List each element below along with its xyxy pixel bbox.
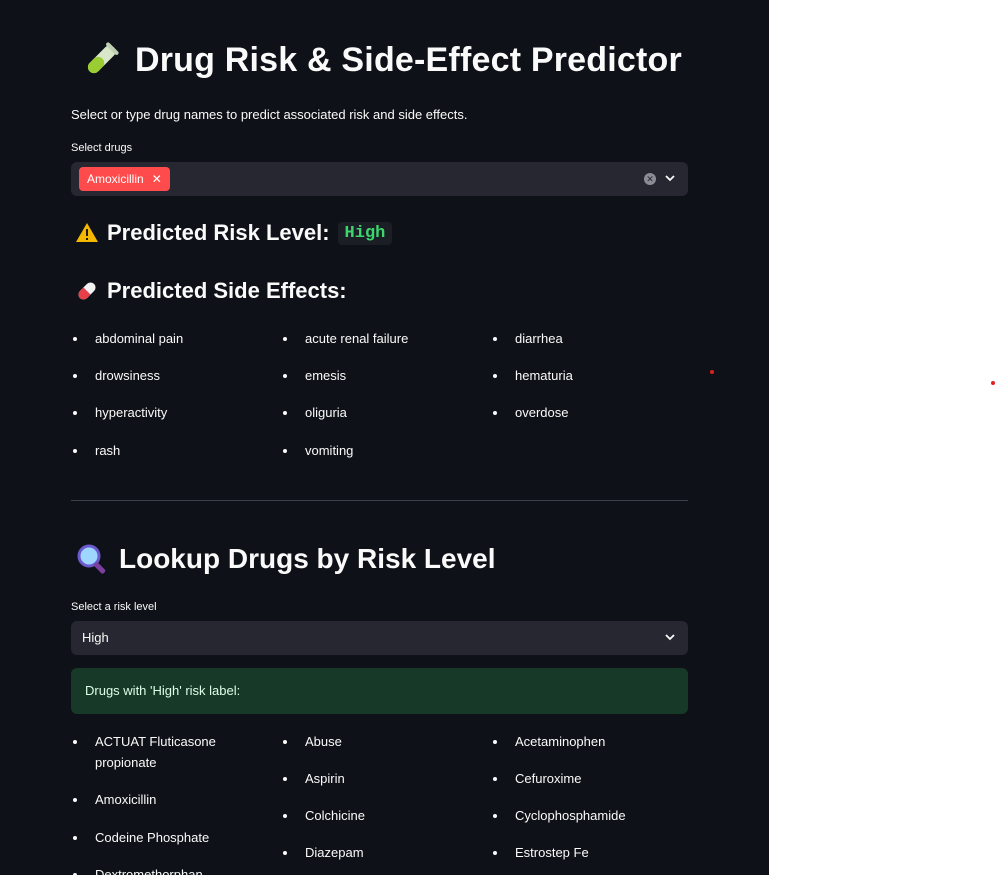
drugs-col-2: Abuse Aspirin Colchicine Diazepam xyxy=(281,731,481,863)
list-item: vomiting xyxy=(281,440,481,461)
pill-icon xyxy=(78,282,96,300)
right-blank-pane xyxy=(769,0,997,875)
list-item: Codeine Phosphate xyxy=(71,827,241,848)
risk-level-select-label: Select a risk level xyxy=(71,601,157,613)
list-item: abdominal pain xyxy=(71,328,271,349)
list-item: diarrhea xyxy=(491,328,691,349)
drugs-col-3: Acetaminophen Cefuroxime Cyclophosphamid… xyxy=(491,731,691,863)
list-item: Colchicine xyxy=(281,805,481,826)
indicator-dot xyxy=(991,381,995,385)
list-item: Estrostep Fe xyxy=(491,842,691,863)
selected-drug-label: Amoxicillin xyxy=(87,172,144,186)
lookup-heading-row: Lookup Drugs by Risk Level xyxy=(75,542,496,576)
indicator-dot xyxy=(710,370,714,374)
page-title-row: Drug Risk & Side-Effect Predictor xyxy=(81,40,682,80)
remove-tag-icon[interactable]: ✕ xyxy=(152,172,162,186)
list-item: acute renal failure xyxy=(281,328,481,349)
app-main: Drug Risk & Side-Effect Predictor Select… xyxy=(0,0,769,875)
list-item: hyperactivity xyxy=(71,402,271,423)
list-item: Dextromethorphan xyxy=(71,864,241,875)
list-item: Abuse xyxy=(281,731,481,752)
side-effects-col-2: acute renal failure emesis oliguria vomi… xyxy=(281,328,481,461)
list-item: Acetaminophen xyxy=(491,731,691,752)
warning-icon xyxy=(76,223,98,242)
risk-heading: Predicted Risk Level: xyxy=(107,220,330,245)
list-item: Cefuroxime xyxy=(491,768,691,789)
page-title: Drug Risk & Side-Effect Predictor xyxy=(135,40,682,79)
risk-level-select[interactable]: High xyxy=(71,621,688,655)
risk-heading-row: Predicted Risk Level: High xyxy=(75,220,393,246)
drugs-col-1: ACTUAT Fluticasone propionate Amoxicilli… xyxy=(71,731,241,875)
list-item: Aspirin xyxy=(281,768,481,789)
drug-multiselect[interactable]: Amoxicillin ✕ ✕ xyxy=(71,162,688,196)
chevron-down-icon[interactable] xyxy=(664,172,676,184)
risk-value: High xyxy=(337,221,393,245)
list-item: Diazepam xyxy=(281,842,481,863)
side-effects-heading: Predicted Side Effects: xyxy=(107,278,347,303)
test-tube-icon xyxy=(87,42,119,74)
selected-drug-tag[interactable]: Amoxicillin ✕ xyxy=(79,167,170,191)
magnifier-icon xyxy=(77,544,106,574)
section-divider xyxy=(71,500,688,501)
list-item: emesis xyxy=(281,365,481,386)
side-effects-col-3: diarrhea hematuria overdose xyxy=(491,328,691,423)
list-item: Amoxicillin xyxy=(71,789,241,810)
risk-level-value: High xyxy=(82,630,109,645)
success-alert-text: Drugs with 'High' risk label: xyxy=(85,683,241,698)
list-item: hematuria xyxy=(491,365,691,386)
success-alert: Drugs with 'High' risk label: xyxy=(71,668,688,714)
lookup-heading: Lookup Drugs by Risk Level xyxy=(119,543,496,574)
list-item: Cyclophosphamide xyxy=(491,805,691,826)
list-item: oliguria xyxy=(281,402,481,423)
list-item: rash xyxy=(71,440,271,461)
page-subtitle: Select or type drug names to predict ass… xyxy=(71,107,468,122)
list-item: drowsiness xyxy=(71,365,271,386)
list-item: overdose xyxy=(491,402,691,423)
drug-select-label: Select drugs xyxy=(71,142,133,154)
chevron-down-icon[interactable] xyxy=(664,631,676,643)
side-effects-col-1: abdominal pain drowsiness hyperactivity … xyxy=(71,328,271,461)
clear-icon[interactable]: ✕ xyxy=(644,173,656,185)
side-effects-heading-row: Predicted Side Effects: xyxy=(75,278,347,304)
list-item: ACTUAT Fluticasone propionate xyxy=(71,731,241,773)
